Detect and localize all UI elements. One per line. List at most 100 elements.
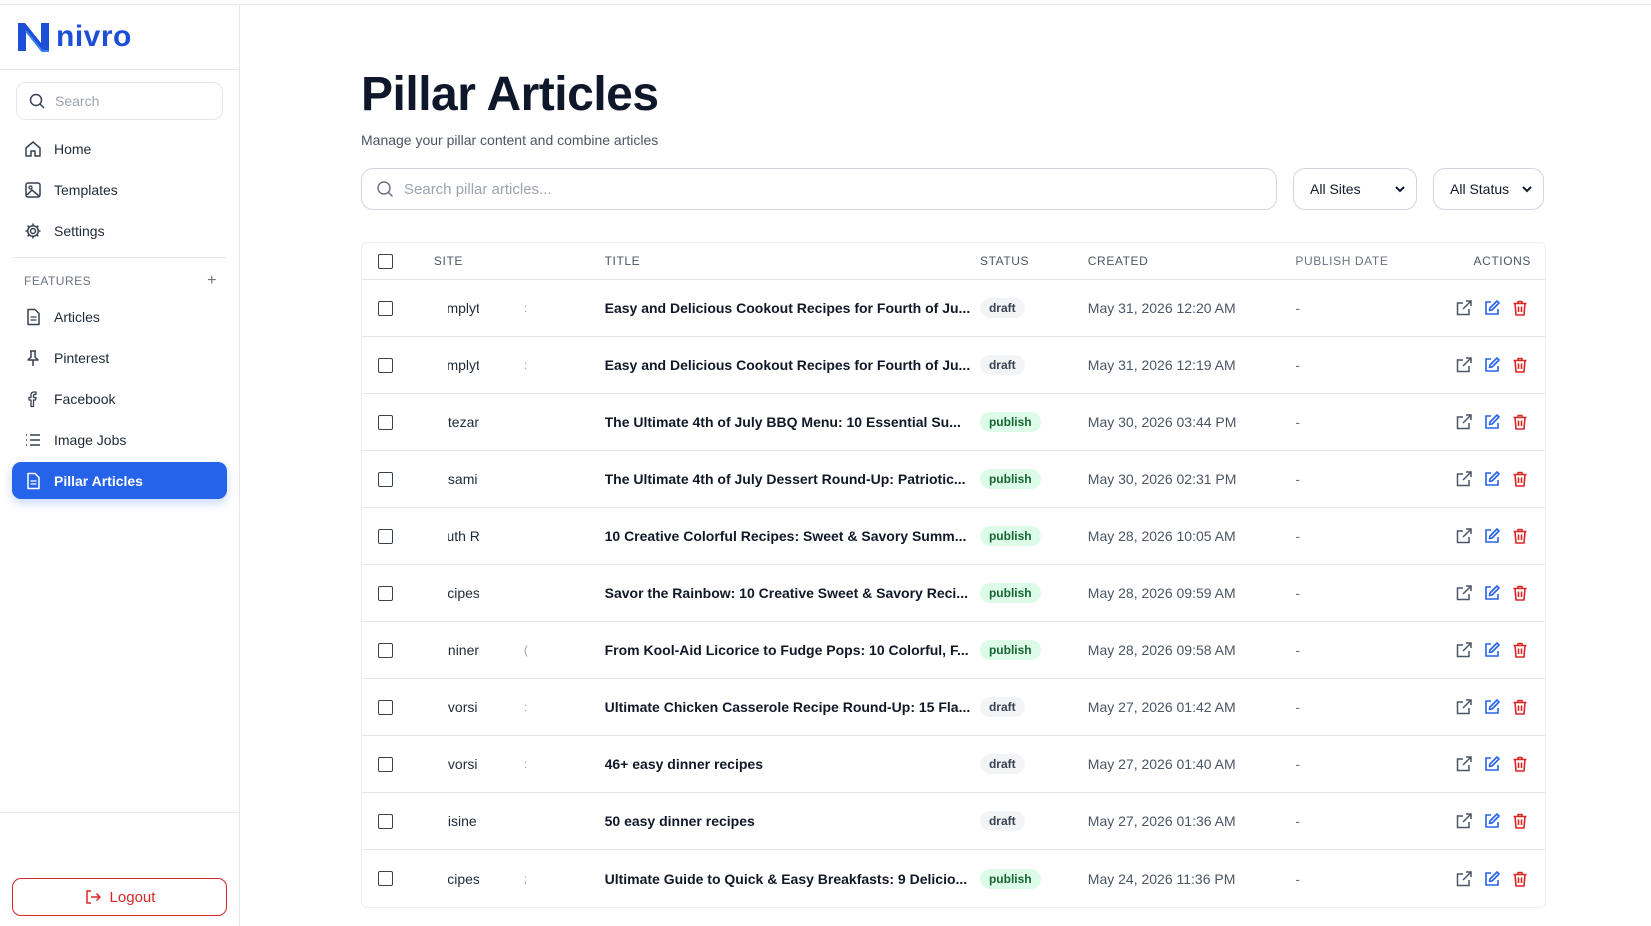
- row-site-cell: vorsi:: [434, 679, 605, 735]
- open-external-icon[interactable]: [1455, 299, 1473, 317]
- edit-icon[interactable]: [1483, 413, 1501, 431]
- chevron-down-icon: [1522, 186, 1532, 193]
- delete-icon[interactable]: [1511, 470, 1529, 488]
- site-overlay: [478, 622, 539, 678]
- row-site: isine: [447, 813, 477, 829]
- row-title[interactable]: Ultimate Chicken Casserole Recipe Round-…: [605, 699, 980, 715]
- row-checkbox[interactable]: [378, 300, 393, 316]
- open-external-icon[interactable]: [1455, 870, 1473, 888]
- edit-icon[interactable]: [1483, 356, 1501, 374]
- row-created: May 28, 2026 10:05 AM: [1087, 528, 1236, 544]
- row-title[interactable]: Ultimate Guide to Quick & Easy Breakfast…: [605, 871, 980, 887]
- edit-icon[interactable]: [1483, 527, 1501, 545]
- row-title[interactable]: Easy and Delicious Cookout Recipes for F…: [605, 300, 980, 316]
- delete-icon[interactable]: [1511, 641, 1529, 659]
- sidebar-item-settings[interactable]: Settings: [12, 212, 227, 249]
- delete-icon[interactable]: [1511, 299, 1529, 317]
- delete-icon[interactable]: [1511, 755, 1529, 773]
- pillar-search-input[interactable]: Search pillar articles...: [361, 168, 1277, 210]
- sidebar-item-pillar-articles[interactable]: Pillar Articles: [12, 462, 227, 499]
- row-site-mark: (: [523, 643, 528, 657]
- row-title[interactable]: 50 easy dinner recipes: [605, 813, 980, 829]
- row-checkbox[interactable]: [378, 471, 393, 487]
- row-checkbox[interactable]: [378, 642, 393, 658]
- sidebar-item-articles[interactable]: Articles: [12, 298, 227, 335]
- row-checkbox[interactable]: [378, 357, 393, 373]
- row-title[interactable]: The Ultimate 4th of July BBQ Menu: 10 Es…: [605, 414, 980, 430]
- sidebar-item-label: Pinterest: [54, 349, 110, 366]
- sidebar-item-label: Image Jobs: [54, 431, 127, 448]
- row-site-mark: :: [523, 700, 528, 714]
- edit-icon[interactable]: [1483, 584, 1501, 602]
- row-publish-date: -: [1295, 414, 1301, 430]
- delete-icon[interactable]: [1511, 812, 1529, 830]
- sidebar-item-home[interactable]: Home: [12, 130, 227, 167]
- delete-icon[interactable]: [1511, 870, 1529, 888]
- open-external-icon[interactable]: [1455, 527, 1473, 545]
- open-external-icon[interactable]: [1455, 413, 1473, 431]
- edit-icon[interactable]: [1483, 812, 1501, 830]
- site-filter-select[interactable]: All Sites: [1293, 168, 1417, 210]
- delete-icon[interactable]: [1511, 413, 1529, 431]
- row-checkbox[interactable]: [378, 756, 393, 772]
- add-feature-button[interactable]: +: [207, 272, 217, 290]
- row-title[interactable]: Savor the Rainbow: 10 Creative Sweet & S…: [605, 585, 980, 601]
- open-external-icon[interactable]: [1455, 584, 1473, 602]
- edit-icon[interactable]: [1483, 470, 1501, 488]
- row-title[interactable]: Easy and Delicious Cookout Recipes for F…: [605, 357, 980, 373]
- logout-button[interactable]: Logout: [12, 878, 227, 916]
- sidebar-item-facebook[interactable]: Facebook: [12, 380, 227, 417]
- row-title[interactable]: From Kool-Aid Licorice to Fudge Pops: 10…: [605, 642, 980, 658]
- status-filter-select[interactable]: All Status: [1433, 168, 1544, 210]
- header-site[interactable]: SITE: [434, 254, 605, 268]
- edit-icon[interactable]: [1483, 299, 1501, 317]
- row-site: mplyt: [447, 300, 480, 316]
- open-external-icon[interactable]: [1455, 812, 1473, 830]
- sidebar-item-pinterest[interactable]: Pinterest: [12, 339, 227, 376]
- header-title[interactable]: TITLE: [605, 254, 980, 268]
- row-checkbox[interactable]: [378, 528, 393, 544]
- row-checkbox[interactable]: [378, 585, 393, 601]
- edit-icon[interactable]: [1483, 641, 1501, 659]
- row-checkbox[interactable]: [378, 699, 393, 715]
- row-publish-date: -: [1295, 300, 1301, 316]
- delete-icon[interactable]: [1511, 584, 1529, 602]
- header-publish-date[interactable]: PUBLISH DATE: [1295, 254, 1446, 268]
- logout-label: Logout: [109, 888, 156, 906]
- open-external-icon[interactable]: [1455, 641, 1473, 659]
- row-site: vorsi: [447, 756, 478, 772]
- row-created: May 27, 2026 01:36 AM: [1087, 813, 1236, 829]
- page-subtitle: Manage your pillar content and combine a…: [361, 132, 659, 148]
- row-site-mark: ;: [523, 871, 528, 886]
- row-checkbox[interactable]: [378, 871, 393, 886]
- row-created: May 28, 2026 09:58 AM: [1087, 642, 1236, 658]
- row-title[interactable]: 46+ easy dinner recipes: [605, 756, 980, 772]
- delete-icon[interactable]: [1511, 527, 1529, 545]
- edit-icon[interactable]: [1483, 755, 1501, 773]
- header-status[interactable]: STATUS: [980, 254, 1088, 268]
- open-external-icon[interactable]: [1455, 470, 1473, 488]
- row-checkbox[interactable]: [378, 414, 393, 430]
- sidebar-item-image-jobs[interactable]: Image Jobs: [12, 421, 227, 458]
- open-external-icon[interactable]: [1455, 755, 1473, 773]
- open-external-icon[interactable]: [1455, 356, 1473, 374]
- row-site-cell: uth R: [434, 508, 605, 564]
- delete-icon[interactable]: [1511, 698, 1529, 716]
- edit-icon[interactable]: [1483, 698, 1501, 716]
- sidebar-search-input[interactable]: Search: [16, 82, 223, 120]
- open-external-icon[interactable]: [1455, 698, 1473, 716]
- row-title[interactable]: The Ultimate 4th of July Dessert Round-U…: [605, 471, 980, 487]
- brand[interactable]: nivro: [0, 5, 239, 70]
- select-all-checkbox[interactable]: [378, 253, 393, 269]
- select-all-cell: [362, 253, 434, 269]
- edit-icon[interactable]: [1483, 870, 1501, 888]
- sidebar-item-templates[interactable]: Templates: [12, 171, 227, 208]
- sidebar-item-label: Pillar Articles: [54, 472, 143, 489]
- row-publish-date: -: [1295, 585, 1301, 601]
- header-created[interactable]: CREATED: [1088, 254, 1296, 268]
- delete-icon[interactable]: [1511, 356, 1529, 374]
- row-title[interactable]: 10 Creative Colorful Recipes: Sweet & Sa…: [605, 528, 980, 544]
- row-publish-date: -: [1295, 471, 1301, 487]
- row-checkbox[interactable]: [378, 813, 393, 829]
- row-publish-date: -: [1295, 756, 1301, 772]
